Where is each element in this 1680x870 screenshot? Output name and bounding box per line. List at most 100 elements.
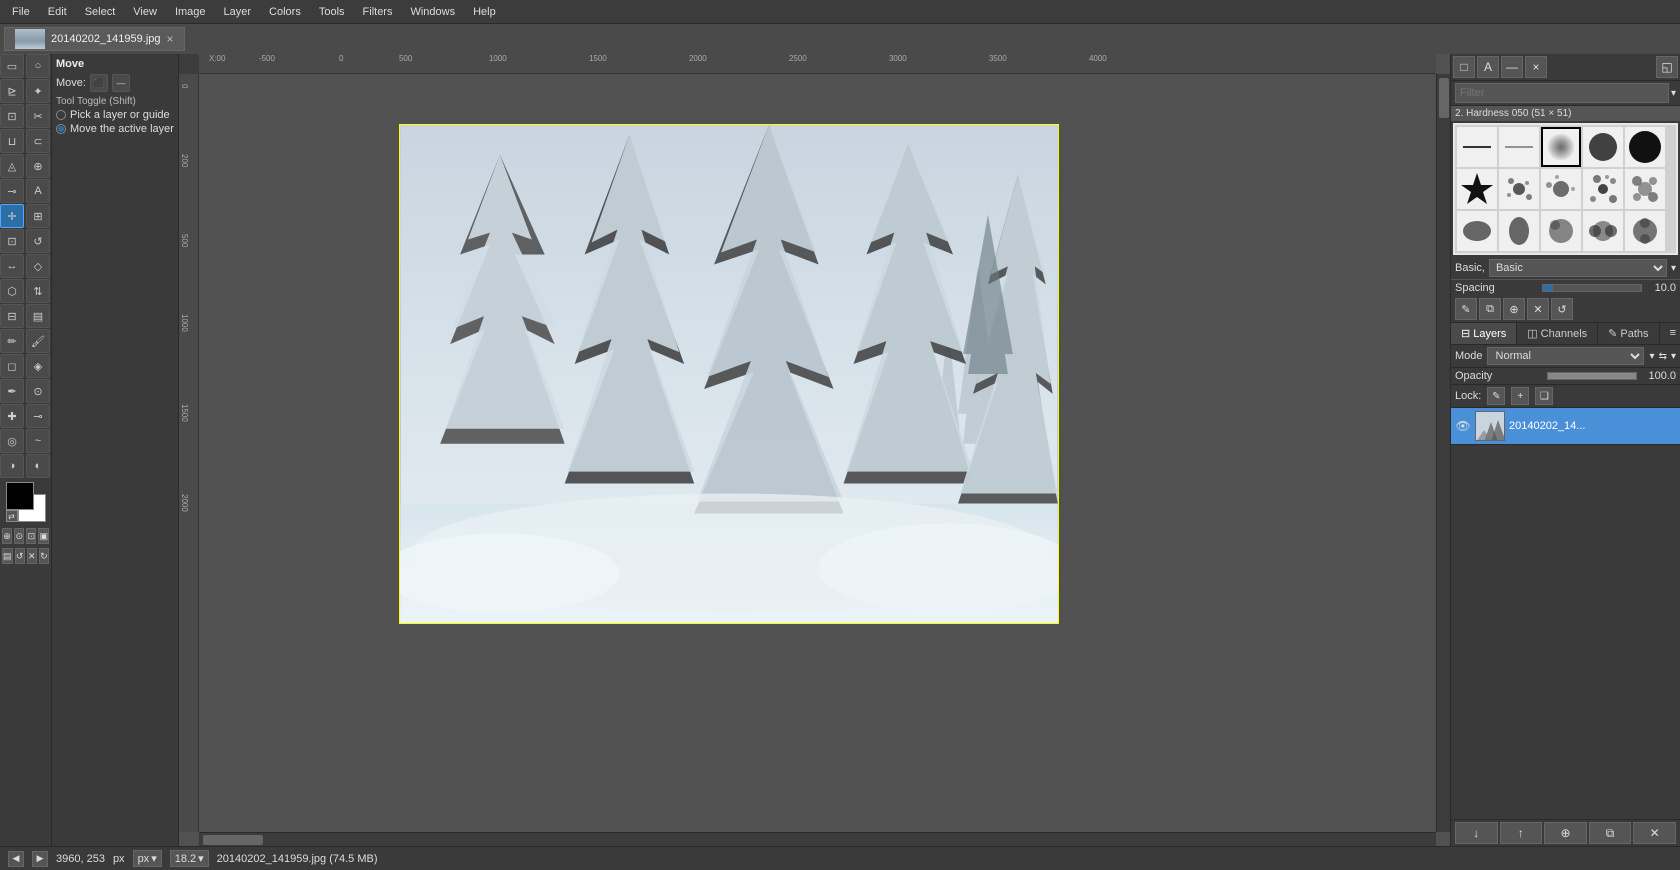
lock-alpha-btn[interactable]: ❑ xyxy=(1535,387,1553,405)
new-image-icon[interactable]: ⊕ xyxy=(2,528,12,544)
brush-cell-circle-soft[interactable] xyxy=(1541,127,1581,167)
tool-free-select[interactable]: ⊵ xyxy=(0,79,24,103)
tool-rotate[interactable]: ↺ xyxy=(26,229,50,253)
tool-clone[interactable]: ⊙ xyxy=(26,379,50,403)
menu-edit[interactable]: Edit xyxy=(40,4,75,20)
brush-new-btn[interactable]: ⊕ xyxy=(1503,298,1525,320)
zoom-fit-icon[interactable]: ⊡ xyxy=(26,528,36,544)
brush-cell-blob4[interactable] xyxy=(1583,211,1623,251)
brush-cell-blob5[interactable] xyxy=(1625,211,1665,251)
brush-cell-blob3[interactable] xyxy=(1541,211,1581,251)
brush-cell-star[interactable] xyxy=(1457,169,1497,209)
tool-by-color-select[interactable]: ⊡ xyxy=(0,104,24,128)
menu-layer[interactable]: Layer xyxy=(216,4,260,20)
tool-ink[interactable]: ✒ xyxy=(0,379,24,403)
mode-expand-icon[interactable]: ▾ xyxy=(1671,351,1676,362)
reset-icon[interactable]: ↻ xyxy=(39,548,49,564)
brush-cell-splatter4[interactable] xyxy=(1625,169,1665,209)
lock-pixels-btn[interactable]: ✎ xyxy=(1487,387,1505,405)
tab-close-button[interactable]: × xyxy=(167,32,174,46)
brush-duplicate-btn[interactable]: ⧉ xyxy=(1479,298,1501,320)
swap-colors-icon[interactable]: ⇄ xyxy=(6,510,18,522)
lock-position-btn[interactable]: + xyxy=(1511,387,1529,405)
tool-align[interactable]: ⊞ xyxy=(26,204,50,228)
tool-perspective-clone[interactable]: ⊸ xyxy=(26,404,50,428)
tool-flip[interactable]: ⇅ xyxy=(26,279,50,303)
menu-windows[interactable]: Windows xyxy=(402,4,463,20)
status-nav-prev[interactable]: ◀ xyxy=(8,851,24,867)
filter-input[interactable] xyxy=(1455,83,1669,103)
tab-channels[interactable]: ◫ Channels xyxy=(1517,323,1598,344)
menu-image[interactable]: Image xyxy=(167,4,214,20)
layer-move-down-btn[interactable]: ↓ xyxy=(1455,822,1498,844)
mode-chain-icon[interactable]: ⇆ xyxy=(1659,351,1667,362)
brush-cell-blob1[interactable] xyxy=(1457,211,1497,251)
pick-layer-radio[interactable] xyxy=(56,110,66,120)
menu-filters[interactable]: Filters xyxy=(355,4,401,20)
save-icon[interactable]: ▤ xyxy=(2,548,13,564)
open-image-icon[interactable]: ⊙ xyxy=(14,528,24,544)
brush-cell-blob2[interactable] xyxy=(1499,211,1539,251)
tool-fuzzy-select[interactable]: ✦ xyxy=(26,79,50,103)
panel-text-icon[interactable]: A xyxy=(1477,56,1499,78)
brush-cell-circle-hard[interactable] xyxy=(1583,127,1623,167)
tool-perspective[interactable]: ⬡ xyxy=(0,279,24,303)
layers-panel-menu-icon[interactable]: ≡ xyxy=(1666,323,1680,344)
tool-scissors[interactable]: ✂ xyxy=(26,104,50,128)
move-type-btn2[interactable]: — xyxy=(112,74,130,92)
move-active-option[interactable]: Move the active layer xyxy=(56,123,174,135)
layer-new-btn[interactable]: ⊕ xyxy=(1544,822,1587,844)
scrollbar-vertical[interactable] xyxy=(1436,74,1450,832)
delete-icon[interactable]: ✕ xyxy=(27,548,37,564)
scrollbar-h-thumb[interactable] xyxy=(203,835,263,845)
layer-delete-btn[interactable]: ✕ xyxy=(1633,822,1676,844)
panel-expand-icon[interactable]: ◱ xyxy=(1656,56,1678,78)
zoom-fill-icon[interactable]: ▣ xyxy=(38,528,49,544)
tool-move[interactable]: ✛ xyxy=(0,204,24,228)
status-nav-next[interactable]: ▶ xyxy=(32,851,48,867)
tool-smudge[interactable]: ~ xyxy=(26,429,50,453)
tool-rect-select[interactable]: ▭ xyxy=(0,54,24,78)
panel-square-icon[interactable]: □ xyxy=(1453,56,1475,78)
panel-close-icon[interactable]: × xyxy=(1525,56,1547,78)
menu-tools[interactable]: Tools xyxy=(311,4,353,20)
undo-icon[interactable]: ↺ xyxy=(15,548,25,564)
brush-edit-btn[interactable]: ✎ xyxy=(1455,298,1477,320)
menu-select[interactable]: Select xyxy=(77,4,124,20)
layer-move-up-btn[interactable]: ↑ xyxy=(1500,822,1543,844)
canvas-image[interactable] xyxy=(399,124,1059,624)
scrollbar-v-thumb[interactable] xyxy=(1439,78,1449,118)
tool-shear[interactable]: ◇ xyxy=(26,254,50,278)
brush-mode-select[interactable]: Basic xyxy=(1489,259,1667,277)
filter-dropdown-icon[interactable]: ▾ xyxy=(1671,88,1676,99)
tool-pencil[interactable]: ✏ xyxy=(0,329,24,353)
canvas-viewport[interactable] xyxy=(199,74,1436,832)
tool-scale[interactable]: ↔ xyxy=(0,254,24,278)
brush-refresh-btn[interactable]: ↺ xyxy=(1551,298,1573,320)
scrollbar-horizontal[interactable] xyxy=(199,832,1436,846)
foreground-color[interactable] xyxy=(6,482,34,510)
tab-layers[interactable]: ⊟ Layers xyxy=(1451,323,1517,344)
pick-layer-option[interactable]: Pick a layer or guide xyxy=(56,109,174,121)
tool-color-picker[interactable]: ◬ xyxy=(0,154,24,178)
tool-crop[interactable]: ⊡ xyxy=(0,229,24,253)
layer-visibility-toggle[interactable]: 👁 xyxy=(1455,418,1471,434)
tool-airbrush[interactable]: ◈ xyxy=(26,354,50,378)
move-type-btn1[interactable]: ⬛ xyxy=(90,74,108,92)
panel-minus-icon[interactable]: — xyxy=(1501,56,1523,78)
tool-zoom[interactable]: ⊕ xyxy=(26,154,50,178)
tool-eraser[interactable]: ◻ xyxy=(0,354,24,378)
tool-blend[interactable]: ▤ xyxy=(26,304,50,328)
image-tab[interactable]: 20140202_141959.jpg × xyxy=(4,27,185,51)
brush-cell-circle-black[interactable] xyxy=(1625,127,1665,167)
layer-item[interactable]: 👁 20140202_14... xyxy=(1451,408,1680,445)
tool-paths[interactable]: ⊂ xyxy=(26,129,50,153)
brush-mode-dropdown-icon[interactable]: ▾ xyxy=(1671,263,1676,274)
mode-select[interactable]: Normal xyxy=(1487,347,1644,365)
mode-dropdown-icon[interactable]: ▾ xyxy=(1650,351,1655,362)
menu-file[interactable]: File xyxy=(4,4,38,20)
tab-paths[interactable]: ✎ Paths xyxy=(1598,323,1659,344)
tool-dodge-burn[interactable]: ◑ xyxy=(0,454,24,478)
color-selector[interactable]: ⇄ xyxy=(6,482,46,522)
tool-measure[interactable]: ⊸ xyxy=(0,179,24,203)
